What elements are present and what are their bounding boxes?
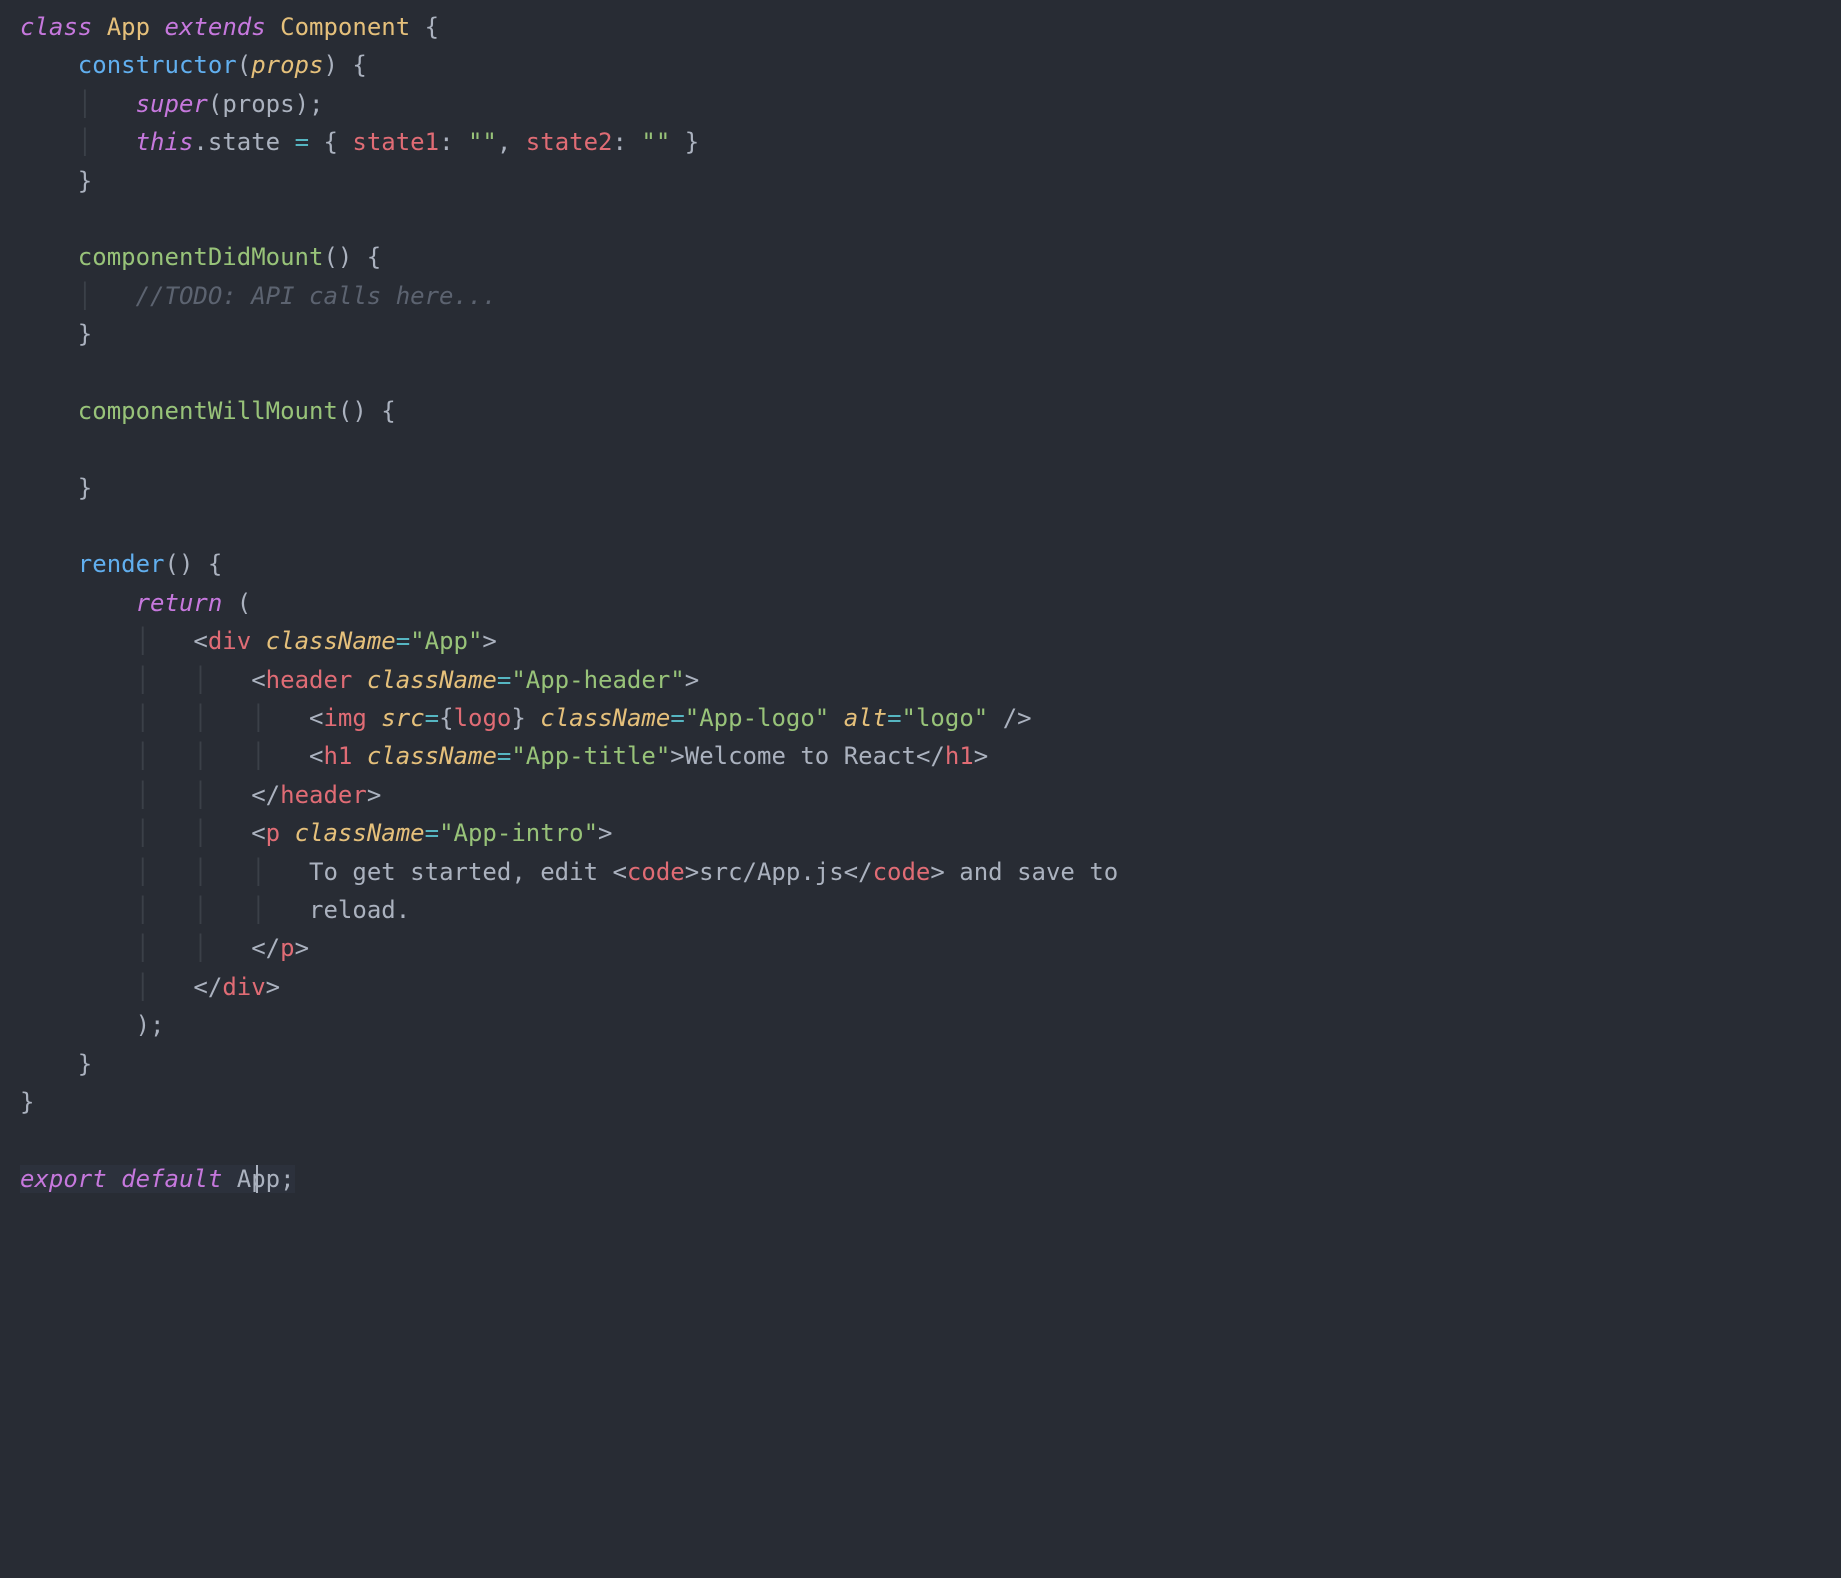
- super-call: super: [136, 90, 208, 118]
- code-line: class App extends Component {: [20, 13, 439, 41]
- code-line: │ //TODO: API calls here...: [20, 282, 497, 310]
- code-line: );: [20, 1011, 165, 1039]
- code-line: [20, 512, 34, 540]
- className-attr: className: [266, 627, 396, 655]
- code-line: }: [20, 167, 92, 195]
- img-tag: img: [323, 704, 366, 732]
- code-line: [20, 205, 34, 233]
- code-line: │ │ │ <img src={logo} className="App-log…: [20, 704, 1032, 732]
- h1-tag: h1: [323, 742, 352, 770]
- code-line: return (: [20, 589, 251, 617]
- code-line: │ <div className="App">: [20, 627, 497, 655]
- componentDidMount: componentDidMount: [78, 243, 324, 271]
- code-line: }: [20, 474, 92, 502]
- code-line: │ this.state = { state1: "", state2: "" …: [20, 128, 699, 156]
- param-props: props: [251, 51, 323, 79]
- code-line: componentDidMount() {: [20, 243, 381, 271]
- keyword-extends: extends: [165, 13, 266, 41]
- p-text3: reload.: [309, 896, 410, 924]
- todo-comment: //TODO: API calls here...: [136, 282, 497, 310]
- keyword-export: export: [20, 1165, 107, 1193]
- h1-text: Welcome to React: [685, 742, 916, 770]
- p-tag: p: [266, 819, 280, 847]
- code-tag: code: [627, 858, 685, 886]
- this-keyword: this: [136, 128, 194, 156]
- render-name: render: [78, 550, 165, 578]
- code-line: [20, 1126, 34, 1154]
- code-line: │ │ │ reload.: [20, 896, 410, 924]
- code-line: [20, 359, 34, 387]
- class-name: App: [107, 13, 150, 41]
- code-line: [20, 435, 34, 463]
- code-line: render() {: [20, 550, 222, 578]
- code-line: │ │ │ <h1 className="App-title">Welcome …: [20, 742, 988, 770]
- code-line: }: [20, 1050, 92, 1078]
- code-line: │ │ </header>: [20, 781, 381, 809]
- code-line: │ │ │ To get started, edit <code>src/App…: [20, 858, 1118, 886]
- export-name: App: [237, 1165, 280, 1193]
- keyword-return: return: [136, 589, 223, 617]
- code-line: │ super(props);: [20, 90, 323, 118]
- src-attr: src: [381, 704, 424, 732]
- componentWillMount: componentWillMount: [78, 397, 338, 425]
- div-tag: div: [208, 627, 251, 655]
- code-line: │ </div>: [20, 973, 280, 1001]
- state-assign: state: [208, 128, 280, 156]
- code-line: │ │ <p className="App-intro">: [20, 819, 612, 847]
- code-line: │ │ </p>: [20, 934, 309, 962]
- keyword-default: default: [121, 1165, 222, 1193]
- header-tag: header: [266, 666, 353, 694]
- code-line: }: [20, 1088, 34, 1116]
- code-line: componentWillMount() {: [20, 397, 396, 425]
- code-line: }: [20, 320, 92, 348]
- keyword-class: class: [20, 13, 92, 41]
- constructor-name: constructor: [78, 51, 237, 79]
- alt-attr: alt: [844, 704, 887, 732]
- code-line: constructor(props) {: [20, 51, 367, 79]
- code-editor[interactable]: class App extends Component { constructo…: [0, 8, 1841, 1198]
- cursor-line[interactable]: export default App;: [20, 1165, 295, 1193]
- p-text1: To get started, edit: [309, 858, 612, 886]
- base-class: Component: [280, 13, 410, 41]
- code-line: │ │ <header className="App-header">: [20, 666, 699, 694]
